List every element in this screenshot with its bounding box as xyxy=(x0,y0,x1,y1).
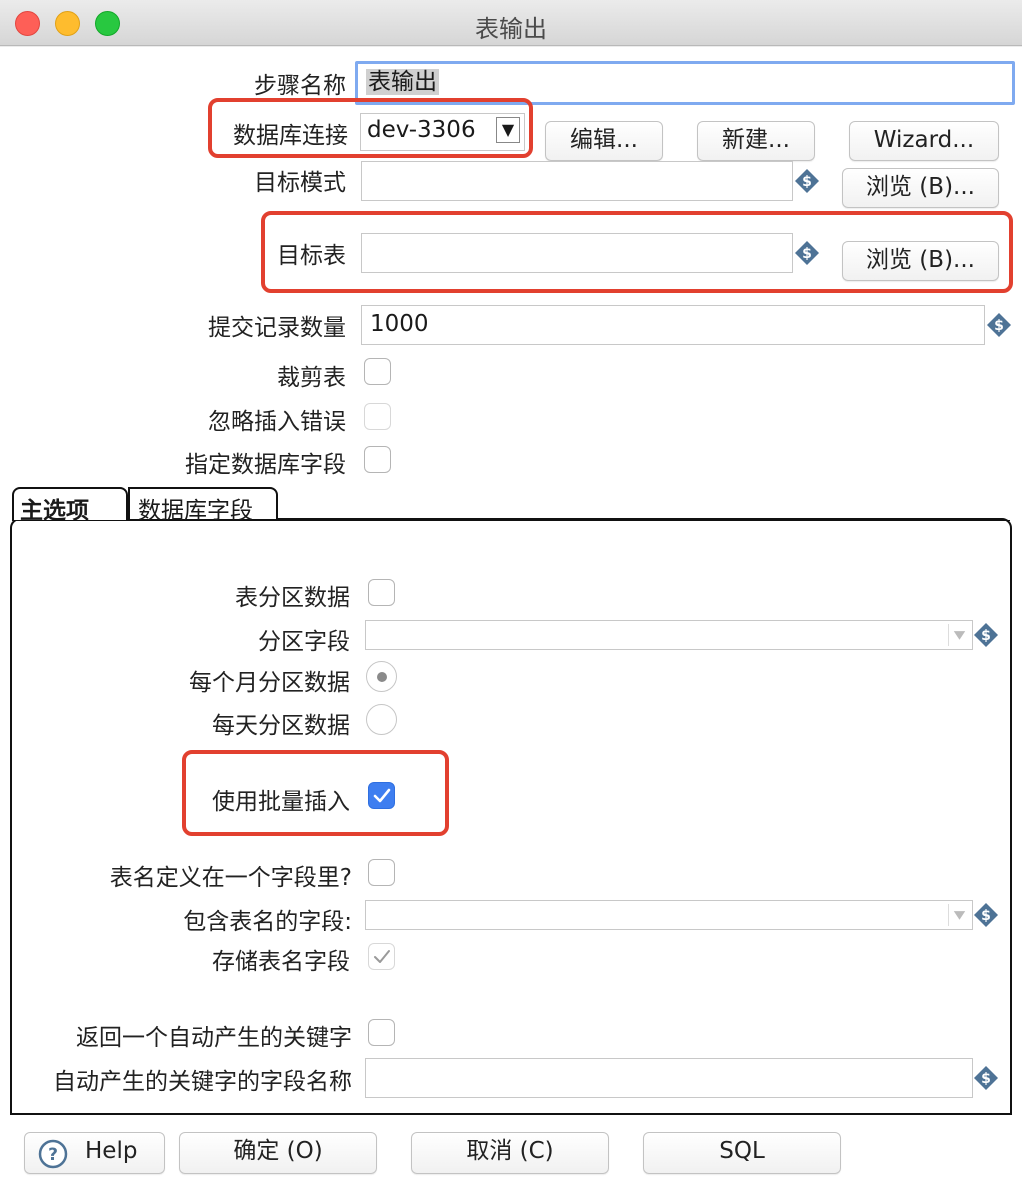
new-connection-button[interactable]: 新建... xyxy=(697,121,815,161)
tab-main-options[interactable]: 主选项 xyxy=(12,487,128,524)
ok-button[interactable]: 确定 (O) xyxy=(179,1132,377,1174)
tablename-field-select[interactable] xyxy=(365,900,973,930)
tablename-field-label: 包含表名的字段: xyxy=(183,909,352,935)
key-field-name-input[interactable] xyxy=(365,1058,973,1098)
monthly-partition-label: 每个月分区数据 xyxy=(189,670,350,696)
partition-data-label: 表分区数据 xyxy=(235,585,350,611)
window-title: 表输出 xyxy=(475,15,547,43)
help-button[interactable]: ? Help xyxy=(24,1132,165,1174)
chevron-down-icon xyxy=(948,624,966,646)
chevron-down-icon xyxy=(948,904,966,926)
daily-partition-radio[interactable] xyxy=(366,704,397,735)
specify-fields-label: 指定数据库字段 xyxy=(185,452,346,478)
svg-text:$: $ xyxy=(981,908,991,924)
sql-button[interactable]: SQL xyxy=(643,1132,841,1174)
question-circle-icon: ? xyxy=(38,1139,68,1169)
svg-text:$: $ xyxy=(981,628,991,644)
svg-text:$: $ xyxy=(802,174,812,190)
partition-data-checkbox[interactable] xyxy=(368,579,395,606)
variable-dollar-icon[interactable]: $ xyxy=(973,902,999,928)
svg-text:$: $ xyxy=(994,318,1004,334)
help-button-label: Help xyxy=(85,1138,138,1164)
step-name-label: 步骤名称 xyxy=(254,73,346,99)
store-tablename-checkbox[interactable] xyxy=(368,943,395,970)
tablename-in-field-checkbox[interactable] xyxy=(368,859,395,886)
browse-schema-button[interactable]: 浏览 (B)... xyxy=(842,168,999,208)
step-name-value: 表输出 xyxy=(366,69,439,95)
truncate-table-label: 裁剪表 xyxy=(277,365,346,391)
partition-field-select[interactable] xyxy=(365,620,973,650)
svg-text:?: ? xyxy=(48,1145,58,1165)
tablename-in-field-label: 表名定义在一个字段里? xyxy=(109,865,352,891)
svg-text:$: $ xyxy=(981,1071,991,1087)
cancel-button[interactable]: 取消 (C) xyxy=(411,1132,609,1174)
highlight-box xyxy=(182,750,449,836)
edit-connection-button[interactable]: 编辑... xyxy=(545,121,663,161)
ignore-errors-label: 忽略插入错误 xyxy=(208,409,346,435)
variable-dollar-icon[interactable]: $ xyxy=(973,622,999,648)
partition-field-label: 分区字段 xyxy=(258,629,350,655)
window-titlebar: 表输出 xyxy=(0,0,1022,46)
highlight-box xyxy=(208,98,533,158)
target-schema-label: 目标模式 xyxy=(254,170,346,196)
commit-size-label: 提交记录数量 xyxy=(208,315,346,341)
radio-dot xyxy=(377,672,387,682)
monthly-partition-radio[interactable] xyxy=(366,661,397,692)
return-key-label: 返回一个自动产生的关键字 xyxy=(76,1025,352,1051)
tab-divider xyxy=(12,520,1010,521)
variable-dollar-icon[interactable]: $ xyxy=(973,1065,999,1091)
dialog-content: 步骤名称 表输出 数据库连接 dev-3306 ▼ 编辑... 新建... Wi… xyxy=(0,47,1022,1198)
variable-dollar-icon[interactable]: $ xyxy=(794,168,820,194)
target-schema-input[interactable] xyxy=(361,161,793,201)
key-field-name-label: 自动产生的关键字的字段名称 xyxy=(53,1069,352,1095)
return-key-checkbox[interactable] xyxy=(368,1019,395,1046)
commit-size-input[interactable]: 1000 xyxy=(361,305,985,345)
ignore-errors-checkbox[interactable] xyxy=(364,403,391,430)
specify-fields-checkbox[interactable] xyxy=(364,446,391,473)
store-tablename-label: 存储表名字段 xyxy=(212,949,350,975)
tab-db-fields[interactable]: 数据库字段 xyxy=(128,487,278,524)
variable-dollar-icon[interactable]: $ xyxy=(986,312,1012,338)
daily-partition-label: 每天分区数据 xyxy=(212,713,350,739)
highlight-box xyxy=(261,211,1013,293)
checkmark-icon xyxy=(374,950,390,963)
wizard-button[interactable]: Wizard... xyxy=(849,121,999,161)
truncate-table-checkbox[interactable] xyxy=(364,358,391,385)
